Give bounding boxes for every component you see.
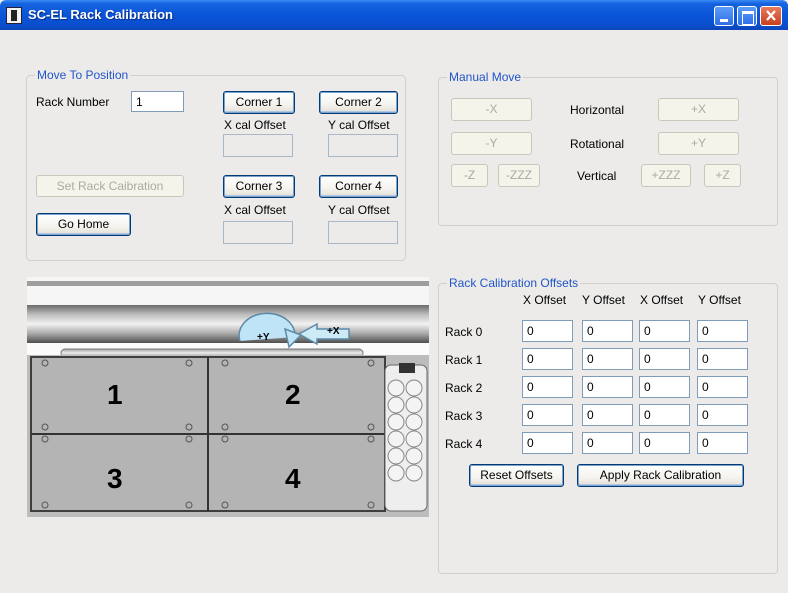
y-cal-offset-label-2: Y cal Offset [328, 203, 390, 217]
maximize-button[interactable] [737, 6, 757, 26]
minus-z-button[interactable]: -Z [451, 164, 488, 187]
rack-4-x-offset-2[interactable]: 0 [639, 432, 690, 454]
rack-4-x-offset-1[interactable]: 0 [522, 432, 573, 454]
rack-0-y-offset-2[interactable]: 0 [697, 320, 748, 342]
y-cal-offset-field-1[interactable] [328, 134, 398, 157]
reset-offsets-button[interactable]: Reset Offsets [469, 464, 564, 487]
rack-2-label: Rack 2 [445, 381, 483, 395]
plus-zzz-button[interactable]: +ZZZ [641, 164, 691, 187]
move-to-position-title: Move To Position [35, 68, 131, 82]
rack-3-label: Rack 3 [445, 409, 483, 423]
rack-3-y-offset-1[interactable]: 0 [582, 404, 633, 426]
title-bar[interactable]: SC-EL Rack Calibration [0, 0, 788, 30]
rack-calibration-offsets-title: Rack Calibration Offsets [447, 276, 581, 290]
rack-2-y-offset-1[interactable]: 0 [582, 376, 633, 398]
rack-0-x-offset-1[interactable]: 0 [522, 320, 573, 342]
rack-2-x-offset-2[interactable]: 0 [639, 376, 690, 398]
set-rack-calibration-button[interactable]: Set Rack Caibration [36, 175, 184, 197]
rack-0-y-offset-1[interactable]: 0 [582, 320, 633, 342]
minus-zzz-button[interactable]: -ZZZ [498, 164, 540, 187]
client-area: Move To Position Rack Number 1 Corner 1 … [3, 30, 785, 593]
horizontal-label: Horizontal [570, 103, 625, 117]
manual-move-group: Manual Move -X Horizontal +X -Y Rotation… [438, 70, 778, 226]
header-x-offset-1: X Offset [523, 293, 567, 307]
x-cal-offset-field-1[interactable] [223, 134, 293, 157]
rack-2-x-offset-1[interactable]: 0 [522, 376, 573, 398]
app-icon [6, 7, 22, 24]
rack-0-x-offset-2[interactable]: 0 [639, 320, 690, 342]
x-cal-offset-label-1: X cal Offset [224, 118, 286, 132]
rotate-y-label: +Y [257, 332, 270, 343]
y-cal-offset-field-2[interactable] [328, 221, 398, 244]
minus-y-button[interactable]: -Y [451, 132, 532, 155]
corner-1-button[interactable]: Corner 1 [223, 91, 295, 114]
corner-3-button[interactable]: Corner 3 [223, 175, 295, 198]
window-title: SC-EL Rack Calibration [28, 7, 173, 22]
header-y-offset-2: Y Offset [698, 293, 741, 307]
rack-1-x-offset-1[interactable]: 0 [522, 348, 573, 370]
rack-4-y-offset-2[interactable]: 0 [697, 432, 748, 454]
rack-calibration-offsets-group: Rack Calibration Offsets X Offset Y Offs… [438, 276, 778, 574]
rack-2-number: 2 [285, 379, 301, 410]
corner-2-button[interactable]: Corner 2 [319, 91, 398, 114]
rack-1-y-offset-1[interactable]: 0 [582, 348, 633, 370]
minus-x-button[interactable]: -X [451, 98, 532, 121]
header-y-offset-1: Y Offset [582, 293, 625, 307]
rack-3-number: 3 [107, 463, 123, 494]
rack-1-y-offset-2[interactable]: 0 [697, 348, 748, 370]
x-cal-offset-label-2: X cal Offset [224, 203, 286, 217]
corner-4-button[interactable]: Corner 4 [319, 175, 398, 198]
y-cal-offset-label-1: Y cal Offset [328, 118, 390, 132]
plus-y-button[interactable]: +Y [658, 132, 739, 155]
rotational-label: Rotational [570, 137, 625, 151]
plus-z-button[interactable]: +Z [704, 164, 741, 187]
rack-4-label: Rack 4 [445, 437, 483, 451]
rack-4-y-offset-1[interactable]: 0 [582, 432, 633, 454]
minimize-button[interactable] [714, 6, 734, 26]
rack-1-number: 1 [107, 379, 123, 410]
rack-number-input[interactable]: 1 [131, 91, 184, 112]
rack-3-x-offset-1[interactable]: 0 [522, 404, 573, 426]
rack-diagram-graphic [27, 277, 429, 517]
close-icon [766, 10, 776, 21]
rack-0-label: Rack 0 [445, 325, 483, 339]
rack-3-y-offset-2[interactable]: 0 [697, 404, 748, 426]
rack-2-y-offset-2[interactable]: 0 [697, 376, 748, 398]
rack-1-x-offset-2[interactable]: 0 [639, 348, 690, 370]
rack-3-x-offset-2[interactable]: 0 [639, 404, 690, 426]
vertical-label: Vertical [577, 169, 617, 183]
plus-x-button[interactable]: +X [658, 98, 739, 121]
apply-rack-calibration-button[interactable]: Apply Rack Calibration [577, 464, 744, 487]
rack-diagram: +Y +X 1 2 3 4 [27, 277, 429, 517]
move-to-position-group: Move To Position Rack Number 1 Corner 1 … [26, 68, 406, 261]
x-cal-offset-field-2[interactable] [223, 221, 293, 244]
arrow-x-label: +X [327, 326, 340, 337]
rack-4-number: 4 [285, 463, 301, 494]
manual-move-title: Manual Move [447, 70, 524, 84]
header-x-offset-2: X Offset [640, 293, 684, 307]
go-home-button[interactable]: Go Home [36, 213, 131, 236]
app-window: SC-EL Rack Calibration Move To Position … [0, 0, 788, 593]
close-button[interactable] [760, 6, 782, 26]
rack-1-label: Rack 1 [445, 353, 483, 367]
rack-number-label: Rack Number [36, 95, 110, 109]
